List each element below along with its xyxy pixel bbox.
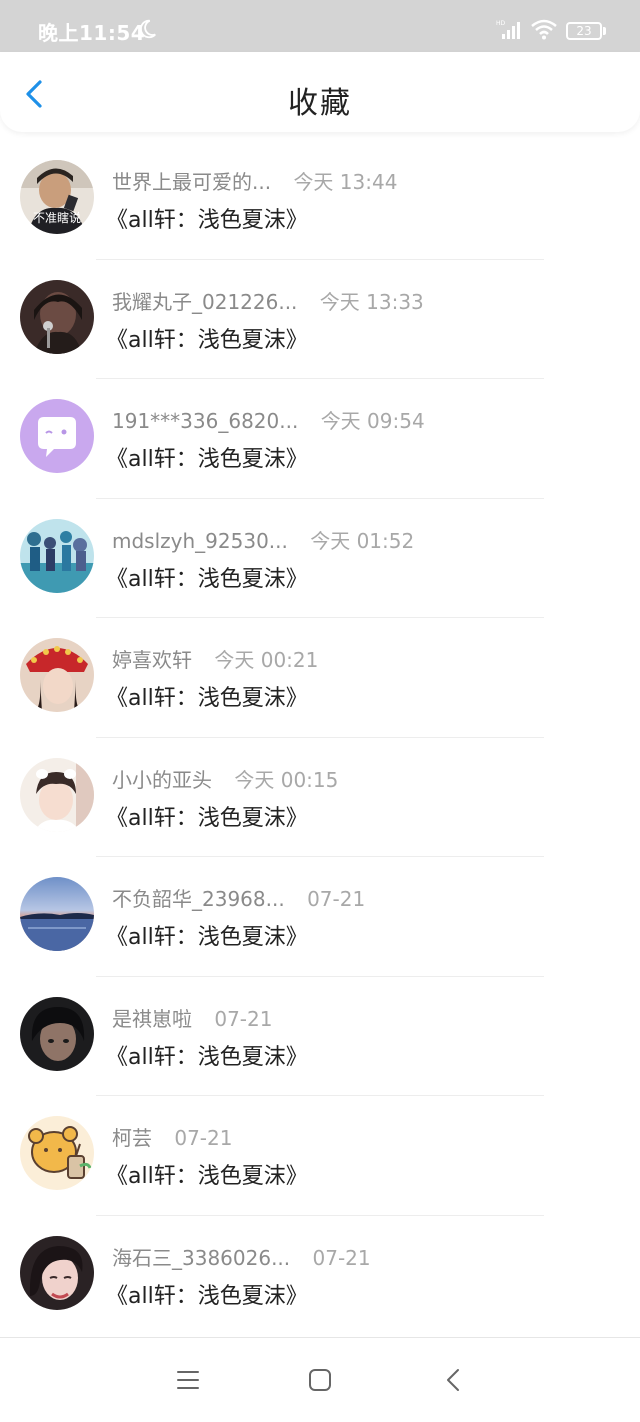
timestamp: 今天 00:15 [234,767,339,792]
list-item[interactable]: 柯芸 07-21 《all轩：浅色夏沫》 [0,1096,640,1216]
avatar[interactable] [20,1116,94,1190]
item-title[interactable]: 《all轩：浅色夏沫》 [106,919,308,951]
favorites-list: 不准瞎说 世界上最可爱的... 今天 13:44 《all轩：浅色夏沫》 我耀丸… [0,140,640,1335]
avatar[interactable] [20,518,94,593]
item-title[interactable]: 《all轩：浅色夏沫》 [106,1278,308,1310]
list-item[interactable]: 海石三_3386026... 07-21 《all轩：浅色夏沫》 [0,1216,640,1336]
username[interactable]: 小小的亚头 [112,768,212,792]
timestamp: 今天 00:21 [214,648,319,672]
timestamp: 07-21 [312,1245,371,1270]
system-navigation-bar [0,1337,640,1422]
item-title[interactable]: 《all轩：浅色夏沫》 [106,322,308,354]
wifi-icon [531,19,557,40]
back-triangle-icon [447,1369,459,1391]
item-meta: 世界上最可爱的... 今天 13:44 [112,166,397,195]
status-time: 晚上11:54 [38,21,146,45]
username[interactable]: 不负韶华_23968... [112,887,285,911]
item-meta: 我耀丸子_021226... 今天 13:33 [112,286,424,315]
list-item[interactable]: 191***336_6820... 今天 09:54 《all轩：浅色夏沫》 [0,379,640,499]
item-title[interactable]: 《all轩：浅色夏沫》 [106,680,308,712]
item-meta: 是祺崽啦 07-21 [112,1003,272,1032]
home-button[interactable] [306,1366,334,1394]
list-item[interactable]: 是祺崽啦 07-21 《all轩：浅色夏沫》 [0,977,640,1096]
username[interactable]: 婷喜欢轩 [112,648,192,672]
battery-icon: 23 [566,22,602,40]
menu-icon [177,1371,199,1389]
avatar[interactable] [20,638,94,712]
username[interactable]: 191***336_6820... [112,409,298,433]
username[interactable]: 海石三_3386026... [112,1246,290,1270]
item-meta: mdslzyh_92530... 今天 01:52 [112,525,414,554]
avatar[interactable] [20,877,94,951]
username[interactable]: 世界上最可爱的... [112,170,271,194]
avatar[interactable]: 不准瞎说 [20,160,94,234]
page-title: 收藏 [288,86,352,121]
timestamp: 今天 13:44 [293,170,398,194]
item-title[interactable]: 《all轩：浅色夏沫》 [106,800,308,832]
item-title[interactable]: 《all轩：浅色夏沫》 [106,202,308,234]
list-item[interactable]: 不负韶华_23968... 07-21 《all轩：浅色夏沫》 [0,857,640,977]
status-bar: 晚上11:54 HD 23 [0,0,640,52]
svg-text:HD: HD [496,20,506,27]
item-title[interactable]: 《all轩：浅色夏沫》 [106,561,308,593]
avatar[interactable] [20,757,94,832]
timestamp: 07-21 [307,887,366,911]
avatar[interactable] [20,399,94,473]
username[interactable]: 是祺崽啦 [112,1007,192,1031]
home-square-icon [309,1369,331,1391]
avatar[interactable] [20,1235,94,1310]
timestamp: 07-21 [174,1126,233,1150]
item-meta: 柯芸 07-21 [112,1122,232,1151]
timestamp: 今天 13:33 [319,289,424,314]
username[interactable]: 柯芸 [112,1126,152,1150]
item-title[interactable]: 《all轩：浅色夏沫》 [106,441,308,473]
item-title[interactable]: 《all轩：浅色夏沫》 [106,1039,308,1071]
item-meta: 小小的亚头 今天 00:15 [112,764,338,793]
item-meta: 海石三_3386026... 07-21 [112,1242,371,1271]
header: 收藏 [0,52,640,132]
avatar[interactable] [20,996,94,1071]
moon-icon [139,19,156,39]
timestamp: 07-21 [214,1006,273,1031]
username[interactable]: 我耀丸子_021226... [112,290,297,314]
timestamp: 今天 09:54 [320,409,425,433]
list-item[interactable]: mdslzyh_92530... 今天 01:52 《all轩：浅色夏沫》 [0,499,640,618]
avatar-badge-text: 不准瞎说 [33,210,81,225]
avatar[interactable] [20,279,94,354]
timestamp: 今天 01:52 [310,528,415,553]
item-meta: 婷喜欢轩 今天 00:21 [112,644,318,673]
item-meta: 191***336_6820... 今天 09:54 [112,405,425,434]
item-title[interactable]: 《all轩：浅色夏沫》 [106,1158,308,1190]
system-back-button[interactable] [440,1366,468,1394]
list-item[interactable]: 婷喜欢轩 今天 00:21 《all轩：浅色夏沫》 [0,618,640,738]
list-item[interactable]: 我耀丸子_021226... 今天 13:33 《all轩：浅色夏沫》 [0,260,640,379]
username[interactable]: mdslzyh_92530... [112,529,288,553]
battery-level: 23 [576,24,592,38]
signal-icon: HD [496,20,520,39]
menu-button[interactable] [174,1366,202,1394]
list-item[interactable]: 不准瞎说 世界上最可爱的... 今天 13:44 《all轩：浅色夏沫》 [0,140,640,260]
list-item[interactable]: 小小的亚头 今天 00:15 《all轩：浅色夏沫》 [0,738,640,857]
battery-tip [603,27,606,35]
item-meta: 不负韶华_23968... 07-21 [112,883,365,912]
